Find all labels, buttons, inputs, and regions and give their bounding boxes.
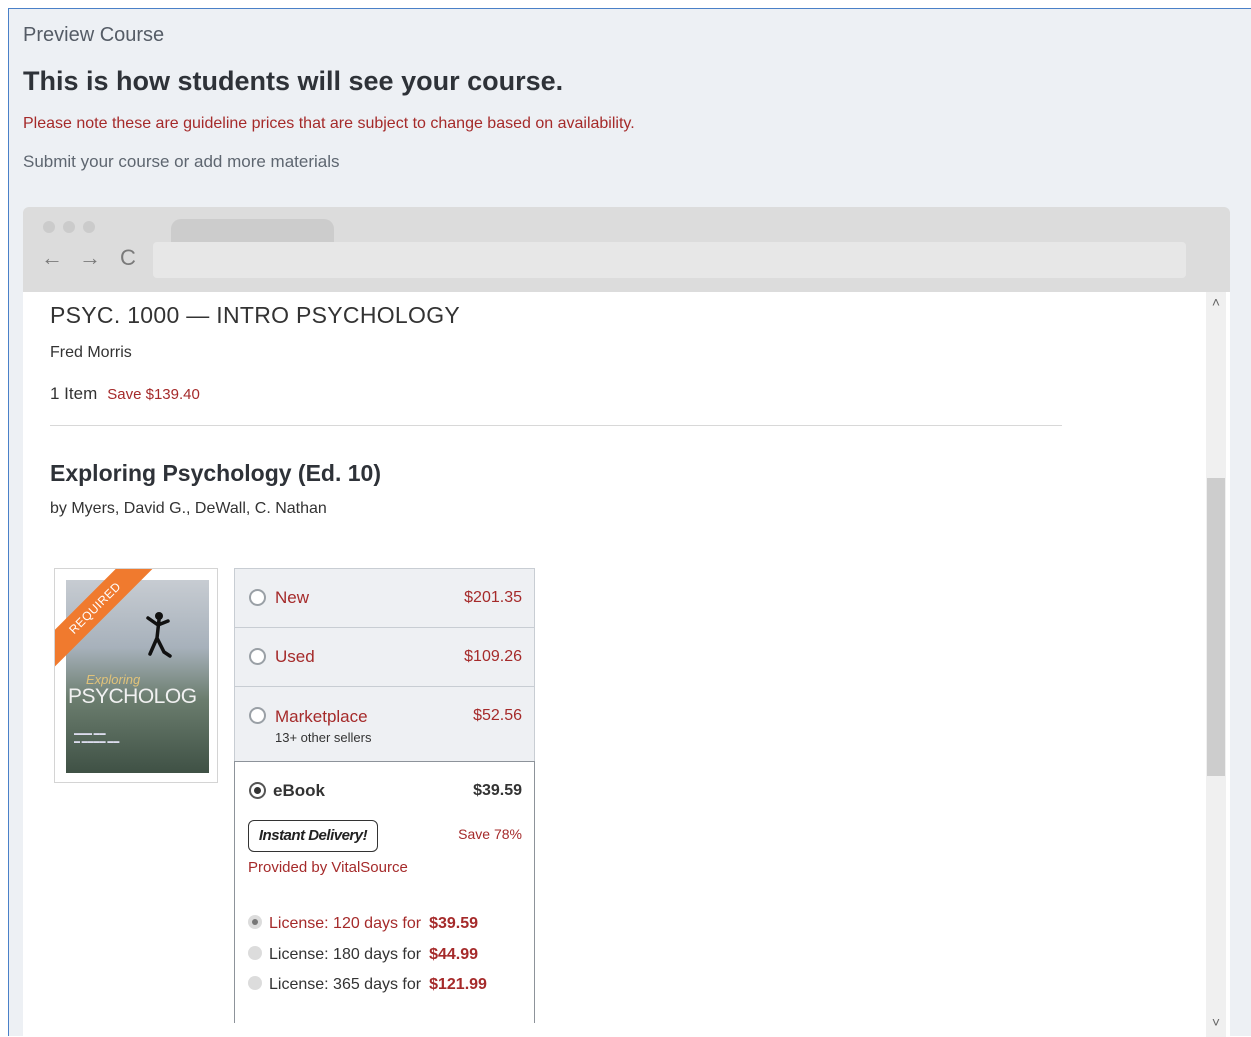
window-dot-icon (43, 221, 55, 233)
license-text: License: 180 days for (269, 946, 422, 963)
radio-button[interactable] (249, 707, 266, 724)
page-title: This is how students will see your cours… (23, 66, 564, 96)
ebook-savings: Save 78% (458, 826, 522, 842)
license-radio[interactable] (248, 946, 262, 960)
option-marketplace[interactable]: Marketplace $52.56 13+ other sellers (234, 686, 535, 761)
option-price: $39.59 (473, 782, 522, 799)
license-radio[interactable] (248, 915, 262, 929)
course-savings: Save $139.40 (107, 386, 200, 403)
book-title: Exploring Psychology (Ed. 10) (50, 460, 382, 486)
forward-arrow-icon: → (79, 245, 101, 270)
cover-authors: ▬▬▬ ▬▬ ▬ ▬▬▬▬ ▬▬ (74, 731, 120, 745)
option-price: $109.26 (464, 648, 522, 665)
radio-button-selected[interactable] (249, 782, 266, 799)
license-option-180[interactable]: License: 180 days for $44.99 (248, 946, 478, 968)
license-price: $121.99 (429, 976, 487, 993)
scroll-up-icon[interactable]: ˄ (1206, 294, 1226, 310)
license-text: License: 120 days for (269, 915, 422, 932)
option-price: $201.35 (464, 589, 522, 606)
option-label: Marketplace (275, 707, 368, 726)
item-count: 1 Item (50, 384, 98, 403)
preview-panel: Preview Course This is how students will… (8, 8, 1251, 1037)
license-price: $39.59 (429, 915, 479, 932)
license-text: License: 365 days for (269, 976, 422, 993)
option-used[interactable]: Used $109.26 (234, 627, 535, 686)
option-label: New (275, 588, 310, 607)
course-title: PSYC. 1000 — INTRO PSYCHOLOGY (50, 302, 461, 328)
license-price: $44.99 (429, 946, 479, 963)
instructor-name: Fred Morris (50, 344, 132, 361)
radio-button[interactable] (249, 648, 266, 665)
purchase-options: New $201.35 Used $109.26 Marketplace $52… (234, 568, 535, 1023)
option-price: $52.56 (473, 707, 522, 724)
sellers-count: 13+ other sellers (275, 730, 372, 745)
scroll-down-icon[interactable]: ˅ (1206, 1014, 1226, 1030)
option-label: Used (275, 647, 315, 666)
preview-viewport: PSYC. 1000 — INTRO PSYCHOLOGY Fred Morri… (23, 292, 1230, 1037)
window-dot-icon (83, 221, 95, 233)
page-eyebrow: Preview Course (23, 24, 165, 46)
license-option-120[interactable]: License: 120 days for $39.59 (248, 915, 478, 937)
window-dot-icon (63, 221, 75, 233)
back-arrow-icon: ← (41, 245, 63, 270)
radio-button[interactable] (249, 589, 266, 606)
vertical-scrollbar[interactable]: ˄ ˅ (1206, 292, 1226, 1037)
option-new[interactable]: New $201.35 (234, 568, 535, 627)
browser-frame: ← → C PSYC. 1000 — INTRO PSYCHOLOGY Fred… (23, 207, 1230, 1037)
browser-nav: ← → C (39, 245, 141, 271)
cover-title: PSYCHOLOG (68, 685, 197, 708)
price-note: Please note these are guideline prices t… (23, 115, 635, 132)
url-bar (153, 242, 1186, 278)
instant-delivery-badge: Instant Delivery! (248, 820, 378, 852)
submit-course-link[interactable]: Submit your course or add more materials (23, 152, 340, 172)
scrollbar-thumb[interactable] (1207, 478, 1225, 776)
option-label: eBook (273, 781, 325, 800)
divider (50, 425, 1062, 426)
reload-icon: C (120, 245, 136, 270)
window-controls (43, 221, 95, 233)
book-author: by Myers, David G., DeWall, C. Nathan (50, 500, 327, 517)
license-option-365[interactable]: License: 365 days for $121.99 (248, 976, 487, 998)
required-ribbon: REQUIRED (55, 569, 155, 669)
ebook-provider: Provided by VitalSource (248, 859, 408, 876)
required-badge: REQUIRED (55, 569, 155, 669)
book-cover-frame: Exploring PSYCHOLOG ▬▬▬ ▬▬ ▬ ▬▬▬▬ ▬▬ REQU… (54, 568, 218, 783)
option-ebook[interactable]: eBook $39.59 Instant Delivery! Save 78% … (234, 761, 535, 1023)
license-radio[interactable] (248, 976, 262, 990)
items-summary: 1 Item Save $139.40 (50, 384, 200, 404)
